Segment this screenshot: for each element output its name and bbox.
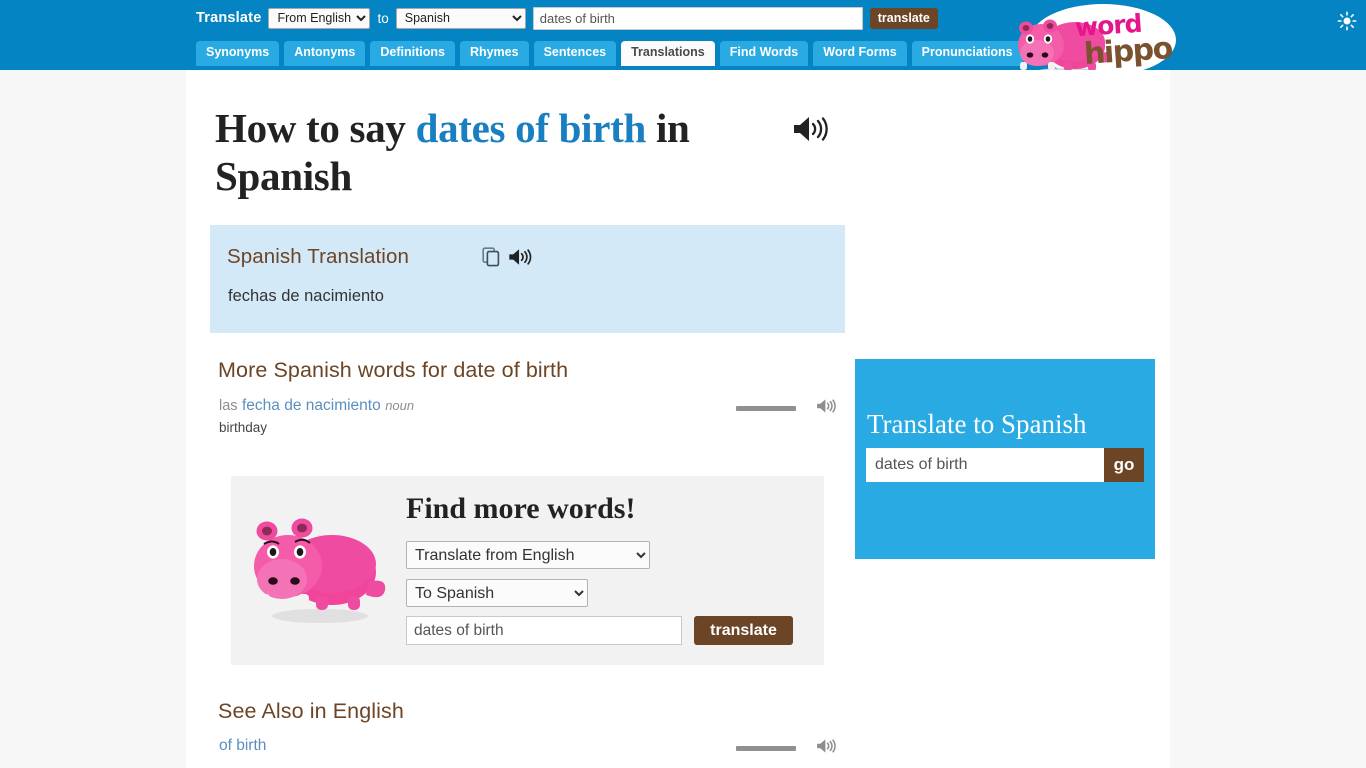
page-title: How to say dates of birth in Spanish [215,105,815,201]
translation-value: fechas de nacimiento [228,287,384,305]
audio-progress-bar[interactable] [736,746,796,751]
find-more-from-select[interactable]: Translate from English [406,541,650,569]
word-article: las [219,398,238,414]
to-label: to [377,10,389,26]
word-part-of-speech: noun [385,398,415,413]
nav-tabs: Synonyms Antonyms Definitions Rhymes Sentenc… [196,41,1023,66]
wordhippo-logo[interactable]: word hippo [1012,1,1177,81]
translate-form: Translate From English to Spanish transl… [196,6,938,30]
page-title-prefix: How to say [215,105,406,151]
widget-go-button[interactable]: go [1104,448,1144,482]
from-language-select[interactable]: From English [268,7,371,29]
spanish-translation-box: Spanish Translation fechas de nacimiento [210,225,845,333]
tab-synonyms[interactable]: Synonyms [196,41,280,66]
speaker-icon[interactable] [816,397,838,415]
speaker-icon[interactable] [816,737,838,755]
header-search-input[interactable] [532,6,863,30]
find-more-to-select[interactable]: To Spanish [406,579,588,607]
tab-antonyms[interactable]: Antonyms [284,41,366,66]
tab-rhymes[interactable]: Rhymes [459,41,529,66]
page-content: How to say dates of birth in Spanish Spa… [0,70,1366,768]
word-definition: birthday [219,420,268,435]
tab-sentences[interactable]: Sentences [533,41,617,66]
header-translate-button[interactable]: translate [869,7,938,29]
more-words-heading: More Spanish words for date of birth [218,358,569,382]
tab-find-words[interactable]: Find Words [719,41,809,66]
translate-label: Translate [196,10,262,26]
find-more-translate-button[interactable]: translate [694,616,793,645]
page-title-term: dates of birth [415,105,647,151]
top-header-bar: Translate From English to Spanish transl… [0,0,1366,76]
widget-search-input[interactable] [866,448,1104,482]
find-more-words-panel: Find more words! Translate from English … [231,476,824,665]
see-also-heading: See Also in English [218,699,404,723]
tab-definitions[interactable]: Definitions [370,41,455,66]
see-also-word-link[interactable]: of birth [219,737,266,754]
translate-to-spanish-widget: Translate to Spanish go [855,359,1155,559]
logo-hippo-text: hippo [1082,30,1173,73]
find-more-words-input[interactable] [406,616,682,645]
to-language-select[interactable]: Spanish [395,7,526,29]
copy-icon[interactable] [482,247,502,267]
hippo-mascot-icon [254,518,386,623]
audio-progress-bar[interactable] [736,406,796,411]
speaker-icon[interactable] [508,247,534,267]
word-link[interactable]: fecha de nacimiento [242,397,381,414]
sun-icon[interactable] [1337,11,1357,31]
tab-translations[interactable]: Translations [621,41,715,66]
translation-box-heading: Spanish Translation [227,245,409,268]
tab-pronunciations[interactable]: Pronunciations [911,41,1023,66]
word-entry-row: las fecha de nacimiento noun birthday [219,397,839,435]
tab-word-forms[interactable]: Word Forms [813,41,907,66]
find-more-words-heading: Find more words! [406,492,636,525]
widget-heading: Translate to Spanish [867,409,1087,439]
see-also-row: of birth [219,737,839,755]
speaker-icon[interactable] [792,114,832,144]
